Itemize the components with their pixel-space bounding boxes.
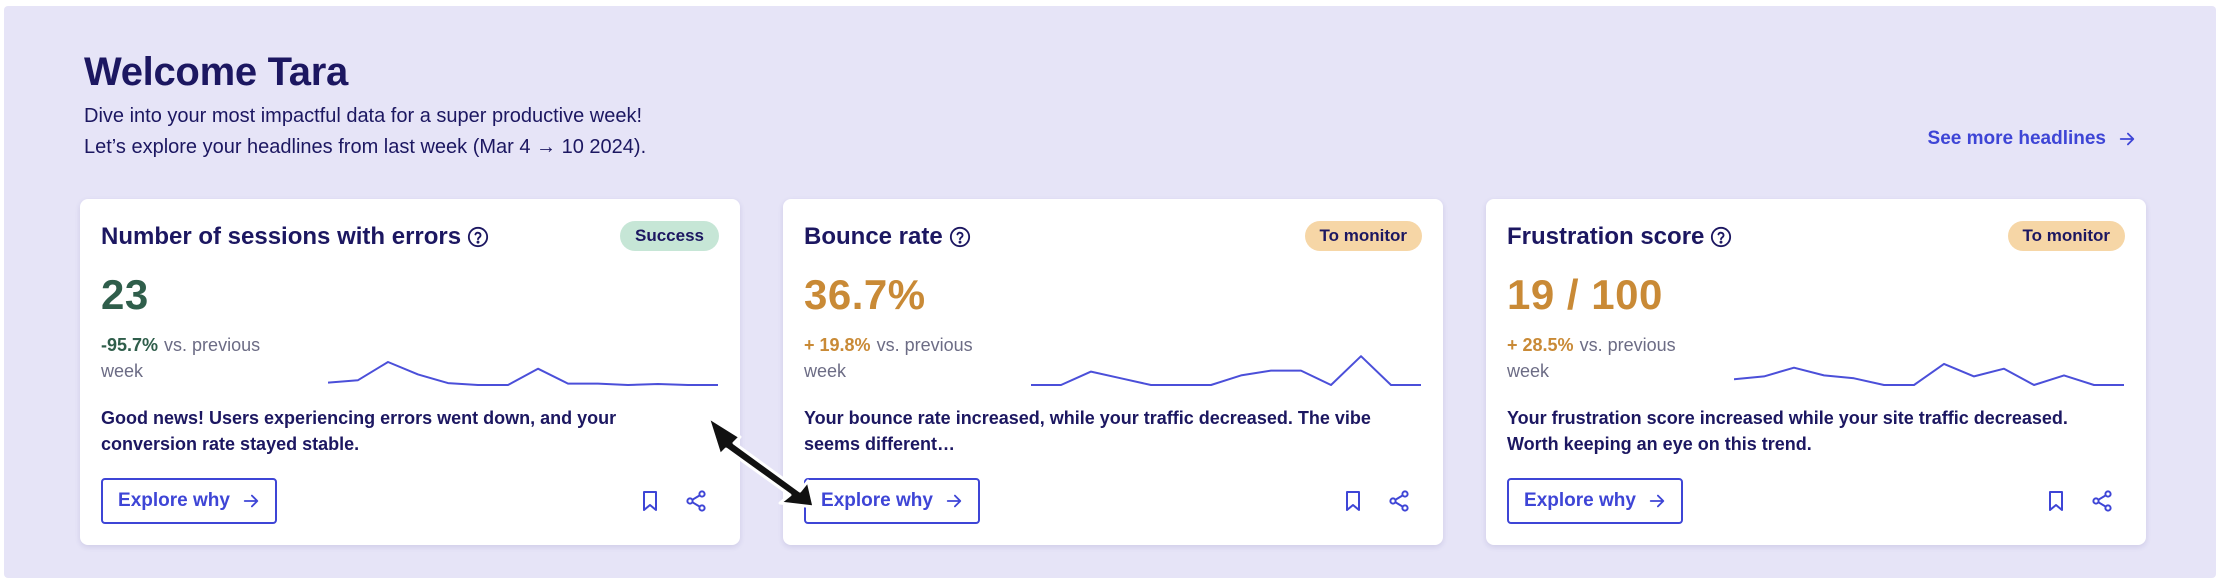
metric-change: -95.7% vs. previous week: [101, 332, 301, 384]
trend-sparkline: [1734, 362, 2124, 386]
card-title-text: Bounce rate: [804, 223, 943, 250]
card-description: Your bounce rate increased, while your t…: [804, 408, 1371, 454]
share-icon: [1389, 490, 1409, 512]
share-icon: [2092, 490, 2112, 512]
status-badge: To monitor: [1304, 221, 1422, 251]
bookmark-icon: [1346, 491, 1360, 511]
metric-value: 23: [101, 271, 149, 318]
explore-why-label: Explore why: [821, 490, 933, 511]
status-badge: To monitor: [2007, 221, 2125, 251]
headline-card-sessions-with-errors: Number of sessions with errors Success 2…: [80, 199, 740, 545]
trend-sparkline: [328, 361, 718, 386]
bookmark-icon: [2049, 491, 2063, 511]
headline-card-bounce-rate: Bounce rate To monitor 36.7% + 19.8% vs. …: [783, 199, 1443, 545]
arrow-right-icon: [243, 494, 259, 508]
metric-change: + 19.8% vs. previous week: [804, 332, 1004, 384]
metric-value: 36.7%: [804, 271, 926, 318]
metric-change: + 28.5% vs. previous week: [1507, 332, 1707, 384]
metric-delta: + 19.8%: [804, 335, 871, 355]
help-icon[interactable]: [467, 226, 489, 248]
card-description: Good news! Users experiencing errors wen…: [101, 408, 617, 454]
sparkline-line: [1734, 362, 2124, 386]
explore-why-button[interactable]: Explore why: [804, 478, 980, 524]
arrow-right-icon: [946, 494, 962, 508]
intro-text-line-2: Let’s explore your headlines from last w…: [84, 136, 647, 158]
explore-why-label: Explore why: [118, 490, 230, 511]
sparkline-line: [328, 361, 718, 386]
share-button[interactable]: [1385, 487, 1413, 515]
sparkline-line: [1031, 355, 1421, 386]
status-badge: Success: [620, 221, 719, 251]
card-title: Frustration score: [1507, 223, 1732, 251]
bookmark-button[interactable]: [2042, 487, 2070, 515]
page-title: Welcome Tara: [84, 50, 348, 94]
arrow-right-icon: [1649, 494, 1665, 508]
headline-card-frustration-score: Frustration score To monitor 19 / 100 + …: [1486, 199, 2146, 545]
arrow-right-icon: [2119, 132, 2135, 146]
pointer-arrow-icon: [706, 415, 816, 509]
metric-delta: + 28.5%: [1507, 335, 1574, 355]
card-title-text: Frustration score: [1507, 223, 1705, 250]
explore-why-button[interactable]: Explore why: [1507, 478, 1683, 524]
bookmark-icon: [643, 491, 657, 511]
bookmark-button[interactable]: [636, 487, 664, 515]
card-title: Bounce rate: [804, 223, 971, 251]
explore-why-label: Explore why: [1524, 490, 1636, 511]
headlines-panel: Welcome Tara Dive into your most impactf…: [4, 6, 2216, 578]
see-more-headlines-label: See more headlines: [1927, 128, 2106, 149]
card-title-text: Number of sessions with errors: [101, 223, 462, 250]
metric-delta: -95.7%: [101, 335, 159, 355]
card-title: Number of sessions with errors: [101, 223, 489, 251]
bookmark-button[interactable]: [1339, 487, 1367, 515]
share-button[interactable]: [2088, 487, 2116, 515]
intro-text-line-1: Dive into your most impactful data for a…: [84, 105, 643, 127]
help-icon[interactable]: [949, 226, 971, 248]
card-description: Your frustration score increased while y…: [1507, 408, 2068, 454]
explore-why-button[interactable]: Explore why: [101, 478, 277, 524]
trend-sparkline: [1031, 355, 1421, 386]
see-more-headlines-link[interactable]: See more headlines: [1928, 128, 2136, 150]
help-icon[interactable]: [1710, 226, 1732, 248]
metric-value: 19 / 100: [1507, 271, 1663, 318]
